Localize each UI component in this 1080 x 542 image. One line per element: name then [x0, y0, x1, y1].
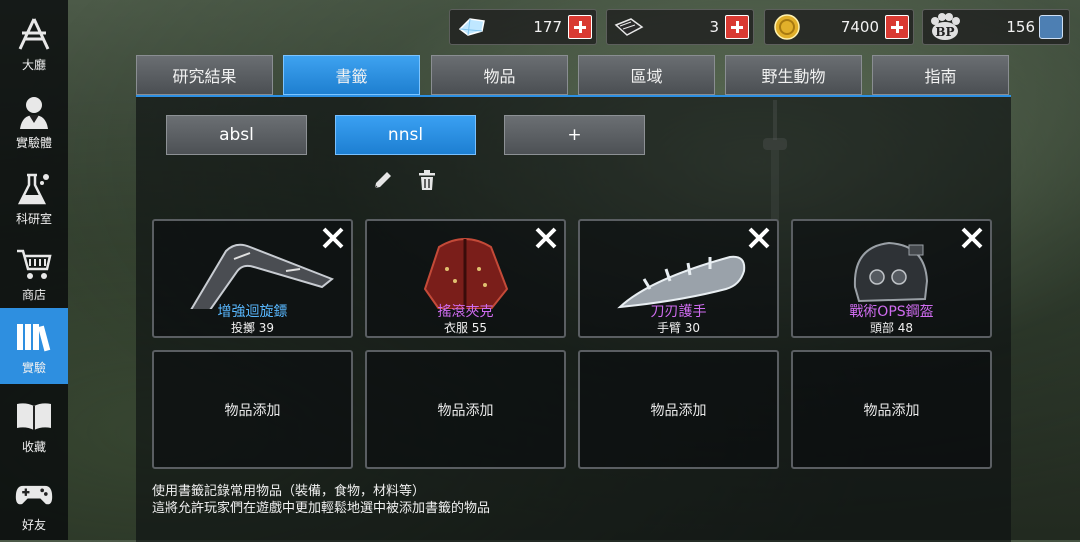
pencil-icon[interactable]	[371, 168, 395, 192]
add-item-label: 物品添加	[437, 403, 494, 419]
books-icon	[14, 317, 54, 357]
sidebar-item-lab[interactable]: 科研室	[0, 159, 68, 235]
sidebar-item-shop[interactable]: 商店	[0, 235, 68, 311]
sidebar-item-label: 好友	[21, 517, 46, 532]
add-gems-button[interactable]	[568, 15, 592, 39]
bp-counter: BP 156	[922, 9, 1070, 45]
help-line-1: 使用書籤記錄常用物品（裝備，食物，材料等）	[152, 484, 426, 499]
sidebar-item-label: 科研室	[15, 211, 52, 226]
empty-slot[interactable]: 物品添加	[365, 350, 566, 469]
add-tickets-button[interactable]	[725, 15, 749, 39]
gamepad-icon	[14, 474, 54, 514]
item-category: 投擲 39	[230, 321, 275, 335]
item-category: 衣服 55	[443, 321, 488, 335]
coins-counter: 7400	[764, 9, 914, 45]
item-category: 頭部 48	[869, 321, 914, 335]
bp-label: BP	[935, 25, 954, 39]
sidebar-item-friends[interactable]: 好友	[0, 465, 68, 541]
bookmark-help-text: 使用書籤記錄常用物品（裝備，食物，材料等） 這將允許玩家們在遊戲中更加輕鬆地選中…	[152, 483, 490, 517]
sidebar-item-label: 實驗體	[15, 135, 52, 150]
flask-icon	[14, 168, 54, 208]
blade-gauntlet-icon	[617, 255, 746, 309]
item-name: 增強迴旋鏢	[217, 304, 288, 320]
sidebar-item-label: 大廳	[21, 57, 46, 72]
sidebar-item-collection[interactable]: 收藏	[0, 387, 68, 463]
add-bookmark-button[interactable]: +	[504, 115, 645, 155]
tab-bookmarks[interactable]: 書籤	[283, 55, 420, 95]
tickets-value: 3	[709, 18, 719, 36]
item-name: 刀刃護手	[650, 304, 707, 320]
sidebar-item-label: 實驗	[21, 360, 46, 375]
helmet-icon	[853, 241, 929, 303]
gem-icon	[452, 10, 492, 44]
sidebar-item-label: 商店	[21, 287, 46, 302]
cart-icon	[14, 244, 54, 284]
trash-icon[interactable]	[415, 168, 439, 192]
tab-items[interactable]: 物品	[431, 55, 568, 95]
add-item-label: 物品添加	[224, 403, 281, 419]
tab-wildlife[interactable]: 野生動物	[725, 55, 862, 95]
jacket-icon	[423, 238, 509, 309]
item-category: 手臂 30	[656, 321, 701, 335]
character-icon	[14, 92, 54, 132]
bookmark-slot[interactable]: 戰術OPS鋼盔 頭部 48	[791, 219, 992, 338]
open-book-icon	[14, 396, 54, 436]
gems-counter: 177	[449, 9, 597, 45]
add-coins-button[interactable]	[885, 15, 909, 39]
bookmark-slot[interactable]: 刀刃護手 手臂 30	[578, 219, 779, 338]
sidebar: 大廳 實驗體 科研室 商店 實驗 收藏 好友	[0, 0, 68, 540]
coins-value: 7400	[840, 18, 879, 36]
boomerang-icon	[190, 243, 334, 309]
item-name: 搖滾夾克	[437, 304, 494, 320]
bp-value: 156	[1006, 18, 1035, 36]
add-item-label: 物品添加	[863, 403, 920, 419]
add-item-label: 物品添加	[650, 403, 707, 419]
help-line-2: 這將允許玩家們在遊戲中更加輕鬆地選中被添加書籤的物品	[152, 501, 491, 516]
bookmark-slot[interactable]: 增強迴旋鏢 投擲 39	[152, 219, 353, 338]
tab-areas[interactable]: 區域	[578, 55, 715, 95]
sidebar-item-label: 收藏	[21, 439, 46, 454]
bp-card-icon[interactable]	[1039, 15, 1063, 39]
gems-value: 177	[533, 18, 562, 36]
tab-guide[interactable]: 指南	[872, 55, 1009, 95]
empty-slot[interactable]: 物品添加	[578, 350, 779, 469]
tab-research-results[interactable]: 研究結果	[136, 55, 273, 95]
sidebar-item-lobby[interactable]: 大廳	[0, 5, 68, 81]
sidebar-item-characters[interactable]: 實驗體	[0, 83, 68, 159]
lobby-logo-icon	[14, 14, 54, 54]
coin-icon	[767, 10, 807, 44]
ticket-icon	[609, 10, 649, 44]
bp-paw-icon: BP	[925, 10, 965, 44]
sidebar-item-experiment[interactable]: 實驗	[0, 308, 68, 384]
item-name: 戰術OPS鋼盔	[849, 304, 934, 320]
bookmark-slot[interactable]: 搖滾夾克 衣服 55	[365, 219, 566, 338]
tickets-counter: 3	[606, 9, 754, 45]
bookmark-button-nnsl[interactable]: nnsl	[335, 115, 476, 155]
empty-slot[interactable]: 物品添加	[152, 350, 353, 469]
bookmark-button-absl[interactable]: absl	[166, 115, 307, 155]
empty-slot[interactable]: 物品添加	[791, 350, 992, 469]
